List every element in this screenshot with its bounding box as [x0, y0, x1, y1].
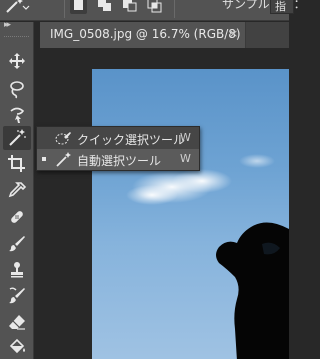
- tab-strip: [246, 22, 289, 48]
- collapse-panel-icon[interactable]: ▸▸: [4, 20, 11, 30]
- flyout-item-label: クイック選択ツール: [77, 133, 186, 147]
- photo-content: [126, 154, 289, 359]
- history-brush-icon[interactable]: [3, 284, 31, 308]
- sample-size-select[interactable]: 指: [270, 0, 294, 14]
- flyout-item-quick-selection[interactable]: クイック選択ツール W: [37, 128, 199, 149]
- eraser-icon[interactable]: [3, 310, 31, 334]
- new-selection-icon[interactable]: [70, 0, 87, 14]
- document-title: IMG_0508.jpg @ 16.7% (RGB/8): [50, 27, 241, 41]
- quick-selection-icon: [55, 130, 73, 147]
- brush-icon[interactable]: [3, 232, 31, 256]
- magic-wand-icon[interactable]: [3, 0, 31, 16]
- subtract-from-selection-icon[interactable]: [121, 0, 138, 14]
- crop-icon[interactable]: [3, 152, 31, 176]
- image-canvas[interactable]: [92, 69, 289, 359]
- divider: [64, 0, 65, 18]
- eyedropper-icon[interactable]: [3, 179, 31, 203]
- add-to-selection-icon[interactable]: [96, 0, 113, 14]
- panel-grip[interactable]: [4, 36, 29, 38]
- tools-panel: ▸▸: [0, 20, 34, 359]
- shortcut-key: W: [180, 152, 191, 165]
- bucket-icon[interactable]: [3, 335, 31, 359]
- selected-indicator: [42, 157, 46, 161]
- tool-flyout-menu: クイック選択ツール W 自動選択ツール W: [36, 126, 200, 171]
- stamp-icon[interactable]: [3, 258, 31, 282]
- lasso-icon[interactable]: [3, 77, 31, 101]
- shortcut-key: W: [180, 131, 191, 144]
- move-icon[interactable]: [3, 49, 31, 73]
- divider: [174, 0, 175, 18]
- close-icon[interactable]: ×: [229, 27, 238, 40]
- flyout-item-label: 自動選択ツール: [77, 154, 162, 168]
- bandage-icon[interactable]: [3, 205, 31, 229]
- polygonal-lasso-icon[interactable]: [3, 104, 31, 128]
- magic-wand-icon: [55, 151, 73, 168]
- document-tab[interactable]: IMG_0508.jpg @ 16.7% (RGB/8) ×: [40, 22, 246, 48]
- options-bar: サンプル範囲： 指: [0, 0, 306, 21]
- magic-wand-icon[interactable]: [3, 126, 31, 150]
- flyout-item-magic-wand[interactable]: 自動選択ツール W: [37, 149, 199, 170]
- intersect-selection-icon[interactable]: [146, 0, 163, 14]
